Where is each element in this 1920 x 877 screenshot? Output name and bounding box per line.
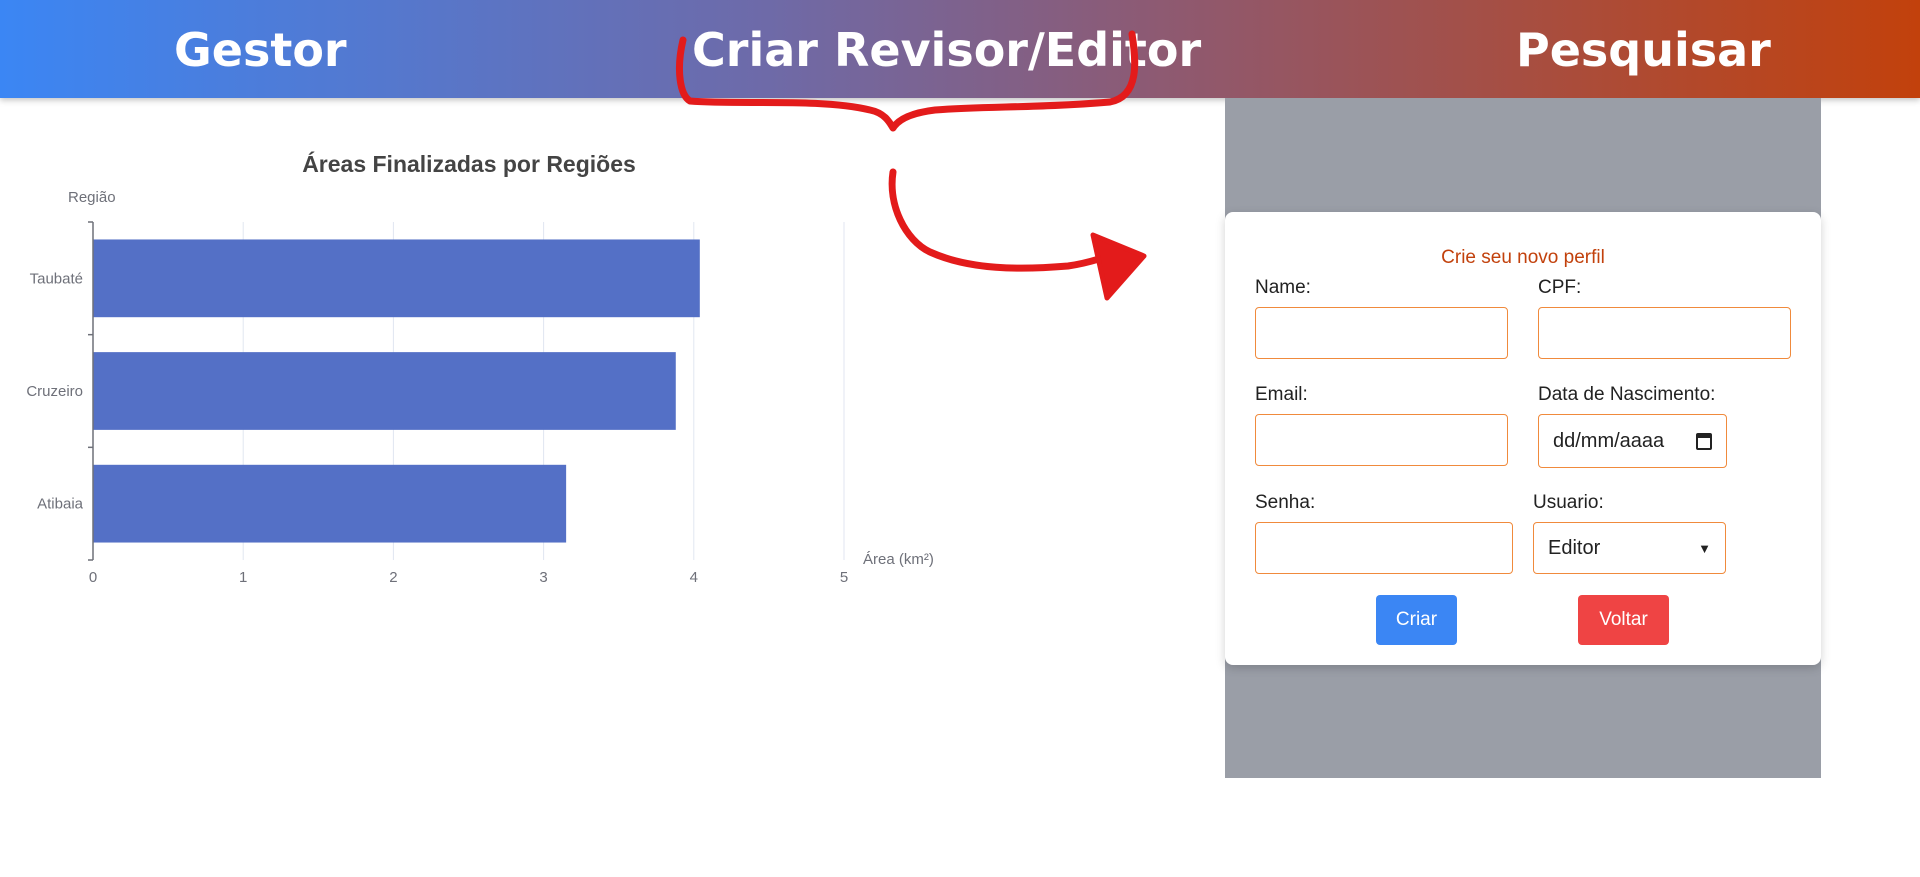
cpf-label: CPF:	[1538, 277, 1582, 298]
user-type-selected: Editor	[1548, 536, 1601, 559]
form-title: Crie seu novo perfil	[1441, 247, 1605, 268]
name-label: Name:	[1255, 277, 1311, 298]
password-label: Senha:	[1255, 492, 1316, 513]
birth-date-placeholder: dd/mm/aaaa	[1553, 429, 1665, 452]
password-input[interactable]	[1255, 522, 1513, 574]
chart-title: Áreas Finalizadas por Regiões	[302, 150, 636, 177]
hand-drawn-arrowhead	[1090, 232, 1147, 301]
user-type-label: Usuario:	[1533, 492, 1604, 513]
chevron-down-icon: ▼	[1698, 540, 1711, 556]
areas-bar-chart: Áreas Finalizadas por Regiões Região Áre…	[26, 150, 934, 586]
back-button[interactable]: Voltar	[1578, 595, 1669, 645]
cpf-input[interactable]	[1538, 307, 1791, 359]
y-tick-label: Cruzeiro	[26, 383, 83, 400]
y-axis-label: Região	[68, 189, 116, 206]
bar-atibaia	[93, 464, 567, 543]
birth-date-input[interactable]: dd/mm/aaaa	[1538, 414, 1727, 468]
email-label: Email:	[1255, 384, 1308, 405]
email-input[interactable]	[1255, 414, 1508, 466]
x-axis-label: Área (km²)	[863, 551, 934, 568]
top-navigation-bar: Gestor Criar Revisor/Editor Pesquisar	[0, 0, 1920, 98]
x-tick-label: 0	[89, 569, 97, 586]
name-input[interactable]	[1255, 307, 1508, 359]
x-tick-label: 2	[389, 569, 397, 586]
user-type-select[interactable]: Editor ▼	[1533, 522, 1726, 574]
birth-date-label: Data de Nascimento:	[1538, 384, 1716, 405]
x-tick-label: 5	[840, 569, 848, 586]
create-button[interactable]: Criar	[1376, 595, 1457, 645]
nav-gestor[interactable]: Gestor	[174, 0, 347, 98]
create-profile-card: Crie seu novo perfil Name: CPF: Email: D…	[1225, 212, 1821, 665]
bar-taubaté	[93, 239, 700, 318]
calendar-icon[interactable]	[1696, 432, 1712, 450]
x-tick-label: 4	[690, 569, 698, 586]
x-tick-label: 1	[239, 569, 247, 586]
x-tick-label: 3	[539, 569, 547, 586]
bar-cruzeiro	[93, 352, 676, 430]
nav-criar-revisor-editor[interactable]: Criar Revisor/Editor	[692, 0, 1201, 98]
y-tick-label: Taubaté	[30, 270, 83, 287]
y-tick-label: Atibaia	[37, 496, 84, 513]
nav-pesquisar[interactable]: Pesquisar	[1516, 0, 1771, 98]
